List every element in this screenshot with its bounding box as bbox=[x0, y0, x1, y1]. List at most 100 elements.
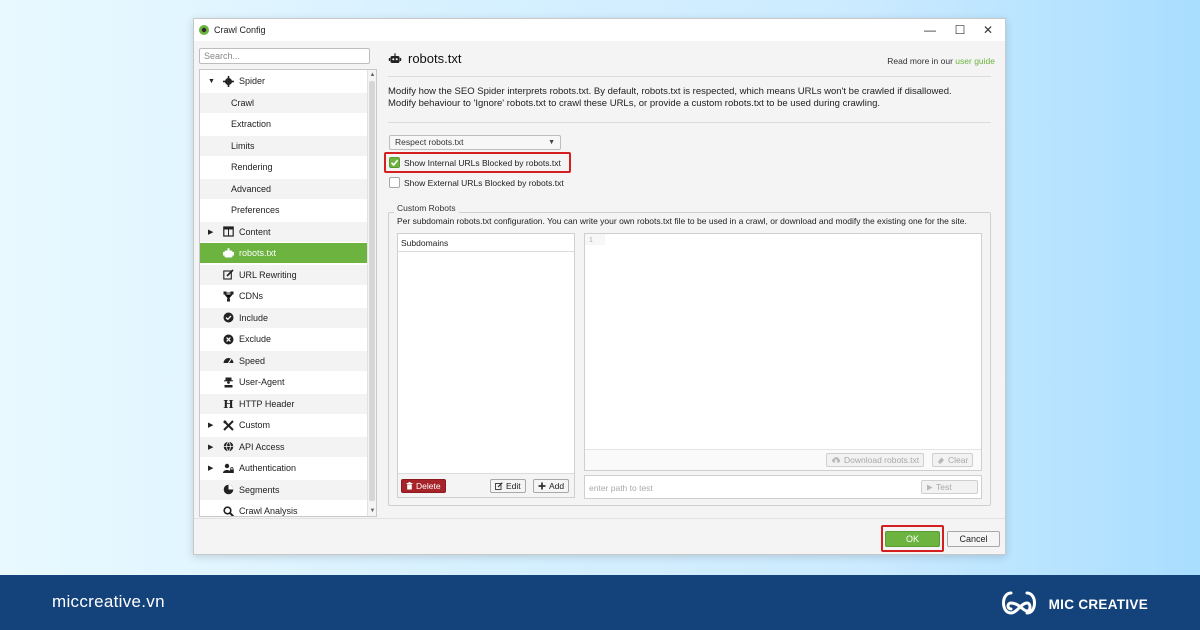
user-guide-link[interactable]: user guide bbox=[955, 56, 995, 66]
gear-icon bbox=[223, 75, 234, 87]
clear-label: Clear bbox=[948, 455, 969, 465]
tree-scrollbar[interactable]: ▲ ▼ bbox=[367, 70, 376, 516]
sidebar-item-label: Spider bbox=[239, 76, 266, 86]
show-external-checkbox[interactable] bbox=[389, 177, 400, 188]
sidebar-item-label: HTTP Header bbox=[239, 398, 295, 409]
checkmark-icon bbox=[390, 159, 399, 167]
sidebar-item-preferences[interactable]: Preferences bbox=[200, 200, 368, 220]
sidebar-item-authentication[interactable]: ▶ Authentication bbox=[200, 458, 368, 478]
sidebar-item-user-agent[interactable]: User-Agent bbox=[200, 372, 368, 392]
ok-button[interactable]: OK bbox=[885, 531, 940, 547]
sidebar-item-rendering[interactable]: Rendering bbox=[200, 157, 368, 177]
panel-header: robots.txt bbox=[388, 51, 461, 66]
search-icon bbox=[223, 505, 234, 516]
sidebar-item-url-rewriting[interactable]: URL Rewriting bbox=[200, 264, 368, 285]
clear-button[interactable]: Clear bbox=[932, 453, 974, 467]
sidebar-item-crawl-analysis[interactable]: Crawl Analysis bbox=[200, 501, 368, 516]
edit-icon bbox=[495, 482, 503, 490]
sidebar-item-custom[interactable]: ▶ Custom bbox=[200, 415, 368, 435]
download-label: Download robots.txt bbox=[844, 455, 920, 465]
agent-icon bbox=[223, 377, 234, 388]
delete-button[interactable]: Delete bbox=[401, 479, 446, 493]
sidebar-item-cdns[interactable]: CDNs bbox=[200, 286, 368, 306]
chevron-down-icon: ▼ bbox=[548, 139, 555, 146]
sidebar-item-advanced[interactable]: Advanced bbox=[200, 178, 368, 199]
sidebar-item-limits[interactable]: Limits bbox=[200, 135, 368, 156]
sidebar-item-label: Limits bbox=[231, 140, 255, 151]
sidebar-item-robots-txt[interactable]: robots.txt bbox=[200, 243, 368, 263]
robots-mode-select[interactable]: Respect robots.txt ▼ bbox=[389, 135, 561, 150]
sidebar-item-label: Extraction bbox=[231, 119, 272, 129]
edit-button[interactable]: Edit bbox=[490, 479, 526, 493]
sidebar-item-label: Include bbox=[239, 312, 269, 323]
custom-robots-title: Custom Robots bbox=[394, 203, 459, 213]
delete-label: Delete bbox=[416, 481, 441, 491]
test-button[interactable]: Test bbox=[921, 480, 978, 494]
scroll-up-icon[interactable]: ▲ bbox=[368, 70, 376, 80]
expand-right-icon[interactable]: ▶ bbox=[208, 443, 213, 451]
h-icon: H bbox=[223, 398, 234, 409]
expand-right-icon[interactable]: ▶ bbox=[208, 464, 213, 472]
sidebar-item-include[interactable]: Include bbox=[200, 307, 368, 328]
show-external-label: Show External URLs Blocked by robots.txt bbox=[404, 177, 564, 188]
sidebar-item-label: Preferences bbox=[231, 205, 280, 215]
subdomains-toolbar: Delete Edit Add bbox=[398, 473, 574, 497]
subdomains-header: Subdomains bbox=[398, 234, 574, 252]
download-robots-button[interactable]: Download robots.txt bbox=[826, 453, 925, 467]
sidebar-item-label: URL Rewriting bbox=[239, 269, 297, 280]
sidebar-item-http-header[interactable]: H HTTP Header bbox=[200, 393, 368, 414]
minimize-button[interactable]: — bbox=[915, 19, 945, 41]
user-lock-icon bbox=[223, 463, 234, 474]
show-internal-checkbox-row[interactable]: Show Internal URLs Blocked by robots.txt bbox=[389, 157, 561, 168]
sidebar-item-label: Segments bbox=[239, 484, 280, 495]
show-internal-checkbox[interactable] bbox=[389, 157, 400, 168]
sidebar-item-label: Crawl bbox=[231, 97, 255, 108]
sidebar-item-crawl[interactable]: Crawl bbox=[200, 92, 368, 113]
check-circle-icon bbox=[223, 312, 234, 323]
robot-icon bbox=[388, 52, 402, 66]
cancel-button[interactable]: Cancel bbox=[947, 531, 1000, 547]
sidebar-item-label: Advanced bbox=[231, 183, 272, 194]
test-path-input[interactable] bbox=[589, 481, 909, 494]
description-line-1: Modify how the SEO Spider interprets rob… bbox=[388, 86, 952, 97]
sidebar-item-label: Authentication bbox=[239, 463, 297, 473]
sidebar-search-input[interactable] bbox=[199, 48, 370, 64]
sidebar-item-content[interactable]: ▶ Content bbox=[200, 221, 368, 242]
footer-brand-name: MIC CREATIVE bbox=[1048, 596, 1148, 612]
edit-label: Edit bbox=[506, 481, 521, 491]
sidebar-item-segments[interactable]: Segments bbox=[200, 479, 368, 500]
add-button[interactable]: Add bbox=[533, 479, 570, 493]
expand-down-icon[interactable]: ▼ bbox=[208, 78, 215, 85]
line-number: 1 bbox=[589, 237, 593, 244]
globe-icon bbox=[223, 441, 234, 452]
close-button[interactable]: ✕ bbox=[973, 19, 1003, 41]
crawl-config-window: Crawl Config — ☐ ✕ ▼ Spider Crawl Extractio… bbox=[193, 18, 1006, 555]
plus-icon bbox=[538, 482, 546, 490]
sidebar-item-label: API Access bbox=[239, 441, 285, 452]
subdomains-list[interactable]: Subdomains Delete Edit Add bbox=[397, 233, 575, 498]
sidebar-item-speed[interactable]: Speed bbox=[200, 350, 368, 371]
read-more-text: Read more in our bbox=[887, 56, 956, 66]
scroll-thumb[interactable] bbox=[369, 81, 375, 501]
expand-right-icon[interactable]: ▶ bbox=[208, 228, 213, 236]
robots-editor[interactable]: 1 Download robots.txt Clear bbox=[584, 233, 982, 471]
sidebar-item-label: Speed bbox=[239, 355, 266, 366]
expand-right-icon[interactable]: ▶ bbox=[208, 421, 213, 429]
test-label: Test bbox=[936, 482, 952, 492]
sidebar-item-api-access[interactable]: ▶ API Access bbox=[200, 436, 368, 457]
maximize-button[interactable]: ☐ bbox=[945, 19, 975, 41]
table-icon bbox=[223, 226, 234, 237]
read-more: Read more in our user guide bbox=[887, 56, 995, 66]
sidebar-item-spider[interactable]: ▼ Spider bbox=[200, 71, 368, 91]
scroll-down-icon[interactable]: ▼ bbox=[368, 506, 376, 516]
sidebar-item-exclude[interactable]: Exclude bbox=[200, 329, 368, 349]
description-line-2: Modify behaviour to 'Ignore' robots.txt … bbox=[388, 98, 881, 109]
test-bar: Test bbox=[584, 475, 982, 499]
sidebar-item-label: Crawl Analysis bbox=[239, 506, 298, 516]
sidebar-item-label: Content bbox=[239, 226, 271, 237]
custom-robots-description: Per subdomain robots.txt configuration. … bbox=[397, 216, 967, 226]
footer-banner: miccreative.vn MIC CREATIVE bbox=[0, 575, 1200, 630]
show-external-checkbox-row[interactable]: Show External URLs Blocked by robots.txt bbox=[389, 177, 564, 188]
sidebar-item-extraction[interactable]: Extraction bbox=[200, 114, 368, 134]
add-label: Add bbox=[549, 481, 565, 491]
